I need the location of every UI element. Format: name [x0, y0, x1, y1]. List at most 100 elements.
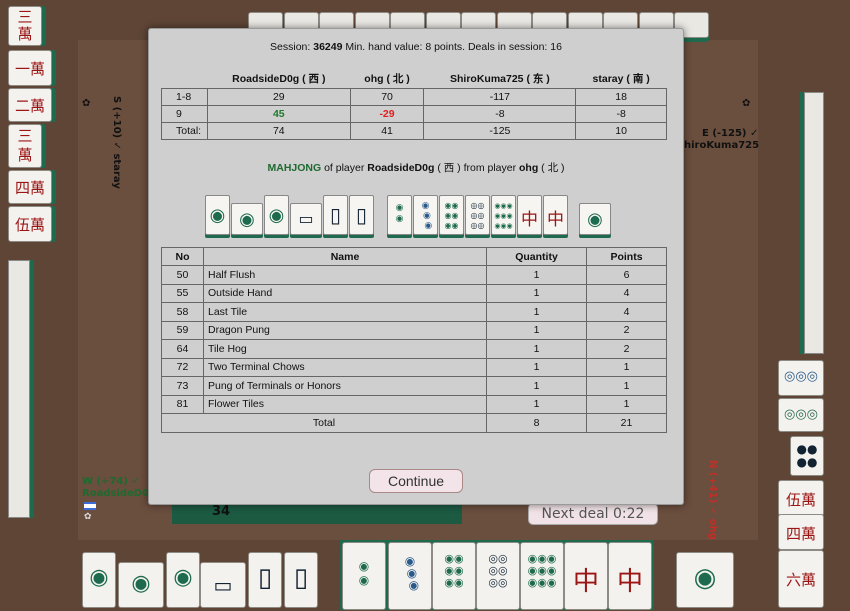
red-dragon-glyph: 中: [521, 210, 538, 230]
hand-tile: ◉◉ ◉◉ ◉◉: [439, 195, 464, 235]
circle-tile-glyph: ●● ●●: [796, 442, 818, 469]
circle-tile-glyph: ◉◉◉ ◉◉◉ ◉◉◉: [494, 202, 513, 230]
fan-header-name: Name: [203, 247, 487, 266]
score-header: staray ( 南 ): [592, 73, 650, 85]
hand-tile: ▯: [349, 195, 374, 235]
score-cell: 74: [207, 122, 351, 140]
hand-tile[interactable]: 中: [608, 542, 652, 610]
hand-tile[interactable]: ◉ ◉ ◉: [388, 542, 432, 610]
white-dragon-glyph: ▭: [298, 209, 314, 228]
of-player-text: of player: [324, 162, 365, 174]
session-info: Session: 36249 Min. hand value: 8 points…: [149, 41, 683, 53]
fan-pts: 1: [586, 376, 667, 396]
player-south-tag: S (+10) ✓ staray: [111, 96, 122, 189]
circle-tile-glyph: ◉ ◉ ◉: [400, 554, 420, 592]
circle-tile-glyph: ◉: [693, 563, 717, 593]
tile: 二萬: [8, 88, 52, 122]
mahjong-label: MAHJONG: [267, 162, 322, 174]
score-table: RoadsideD0g ( 西 ) ohg ( 北 ) ShiroKuma725…: [161, 69, 667, 140]
fan-name: Outside Hand: [203, 283, 487, 303]
fan-qty: 1: [486, 302, 587, 322]
fan-name: Two Terminal Chows: [203, 357, 487, 377]
flower-tile: ◉: [676, 552, 734, 608]
score-cell: 10: [575, 122, 667, 140]
fan-qty: 1: [486, 394, 587, 414]
circle-tile-glyph: ◉: [131, 571, 151, 596]
hand-tile[interactable]: ◉◉ ◉◉ ◉◉: [432, 542, 476, 610]
player-west-tag: W (+74) ✓: [82, 476, 140, 487]
tile: ◉: [118, 562, 164, 608]
tile: 六萬: [778, 550, 824, 608]
circle-tile-glyph: ◉: [239, 209, 255, 230]
fan-pts: 2: [586, 320, 667, 340]
loser-seat: ( 北 ): [541, 162, 565, 174]
table-row: Total: 74 41 -125 10: [161, 122, 667, 140]
fan-pts: 4: [586, 302, 667, 322]
hand-tile[interactable]: ◎◎ ◎◎ ◎◎: [476, 542, 520, 610]
hand-tile: ◉: [205, 195, 230, 235]
red-dragon-glyph: 中: [572, 567, 599, 597]
tile: ▭: [200, 562, 246, 608]
white-dragon-glyph: ▯: [293, 563, 309, 593]
fan-qty: 1: [486, 265, 587, 285]
hand-tile[interactable]: ◉◉◉ ◉◉◉ ◉◉◉: [520, 542, 564, 610]
hand-tile: ◉: [264, 195, 289, 235]
winner-name: RoadsideD0g: [367, 162, 435, 174]
hand-tile[interactable]: 中: [564, 542, 608, 610]
circle-tile-glyph: ◉◉◉ ◉◉◉ ◉◉◉: [527, 552, 557, 589]
fan-no: 58: [161, 302, 204, 322]
row-label: 9: [161, 105, 208, 123]
circle-tile-glyph: ◎◎◎: [783, 369, 819, 384]
player-east-tag: E (-125) ✓: [702, 128, 759, 139]
circle-tile-glyph: ◎◎◎: [783, 407, 819, 422]
fan-name: Dragon Pung: [203, 320, 487, 340]
fan-no: 55: [161, 283, 204, 303]
fan-qty: 1: [486, 376, 587, 396]
score-header: RoadsideD0g ( 西 ): [232, 73, 326, 85]
hand-tile: ▭: [290, 203, 322, 235]
circle-tile-glyph: ◉ ◉ ◉: [418, 201, 433, 231]
tile: ◉: [166, 552, 200, 608]
tile: 伍萬: [778, 480, 824, 516]
tile-glyph: 二萬: [14, 97, 45, 115]
row-label: Total:: [161, 122, 208, 140]
score-header-empty: [162, 69, 208, 89]
total-label: Total: [161, 413, 487, 433]
hand-tile: ▯: [323, 195, 348, 235]
fan-table: No Name Quantity Points 50 Half Flush 1 6 5…: [161, 247, 667, 433]
hand-tile[interactable]: ◉ ◉: [342, 542, 386, 610]
circle-tile-glyph: ◉: [209, 205, 226, 226]
table-row: 73 Pung of Terminals or Honors 1 1: [161, 376, 667, 396]
score-cell: -125: [423, 122, 577, 140]
flower-icon: ✿: [742, 98, 751, 109]
tile-glyph: 六萬: [785, 571, 816, 589]
fan-name: Last Tile: [203, 302, 487, 322]
circle-tile-glyph: ◎◎ ◎◎ ◎◎: [488, 552, 508, 589]
next-deal-timer: Next deal 0:22: [528, 503, 658, 525]
white-dragon-glyph: ▭: [213, 573, 233, 597]
fan-no: 81: [161, 394, 204, 414]
fan-qty: 1: [486, 320, 587, 340]
tile: ◉: [82, 552, 116, 608]
circle-tile-glyph: ◉ ◉: [395, 203, 404, 224]
tile: 三萬: [8, 124, 42, 168]
red-dragon-glyph: 中: [616, 567, 643, 597]
row-label: 1-8: [161, 88, 208, 106]
table-row: 9 45 -29 -8 -8: [161, 105, 667, 123]
tile-glyph: 三萬: [17, 127, 33, 164]
tile: 四萬: [778, 514, 824, 550]
tile: 三萬: [8, 6, 42, 46]
session-id: 36249: [313, 41, 343, 53]
circle-tile-glyph: ◉: [173, 565, 193, 590]
tile-glyph: 四萬: [14, 179, 45, 197]
fan-no: 73: [161, 376, 204, 396]
fan-header-quantity: Quantity: [486, 247, 587, 266]
table-row: 58 Last Tile 1 4: [161, 302, 667, 322]
table-row: 64 Tile Hog 1 2: [161, 339, 667, 359]
continue-button[interactable]: Continue: [369, 469, 463, 493]
table-row: 81 Flower Tiles 1 1: [161, 394, 667, 414]
total-pts: 21: [586, 413, 667, 433]
winner-seat: ( 西 ): [437, 162, 461, 174]
session-label: Session:: [270, 41, 311, 53]
score-cell: 29: [207, 88, 351, 106]
